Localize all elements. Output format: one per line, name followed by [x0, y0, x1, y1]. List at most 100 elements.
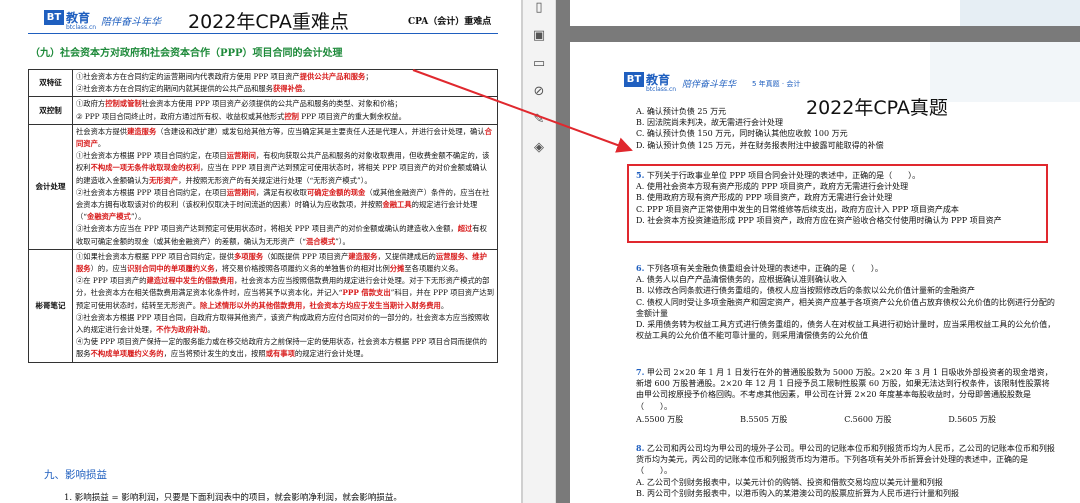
body-text: ，又提供建成后的 — [377, 251, 436, 261]
pages-icon[interactable]: ▣ — [531, 28, 547, 44]
body-text: （含建设和改扩建）或发包给其他方等，应当确定其是主要责任人还是代理人，并进行会计… — [156, 126, 485, 136]
table-row: 双特征 ①社会资本方在合同约定的运营期间内代表政府方使用 PPP 项目资产提供公共… — [28, 68, 498, 98]
highlighted-text: 金融工具 — [382, 200, 412, 210]
highlighted-text: 超过 — [457, 224, 473, 234]
body-text: 。 — [207, 325, 215, 335]
highlighted-text: 建造服务 — [348, 251, 378, 261]
content-paragraph: ④为使 PPP 项目资产保持一定的服务能力或在移交给政府方之前保持一定的使用状态… — [76, 336, 494, 360]
content-paragraph: ①社会资本方根据 PPP 项目合同约定，在项目运营期间，有权向获取公共产品和服务… — [76, 150, 494, 187]
highlighted-text: 获得补偿 — [273, 84, 303, 94]
content-paragraph: ③社会资本方应当在 PPP 项目资产达到预定可使用状态时，将相关 PPP 项目资… — [76, 223, 494, 247]
question-6: 6. 下列各项有关金融负债重组会计处理的表述中，正确的是（ ）。 A. 债务人以… — [636, 263, 1056, 341]
body-text: ①政府方 — [76, 99, 106, 109]
body-text: ，应当将预计发生的支出，按照 — [163, 349, 266, 359]
right-header-suffix: 5 年真题 · 会计 — [752, 80, 801, 88]
highlighted-text: 或有事项 — [265, 349, 295, 359]
body-text: ③社会资本方应当在 PPP 项目资产达到预定可使用状态时，将相关 PPP 项目资… — [76, 224, 458, 234]
content-paragraph: ①社会资本方在合同约定的运营期间内代表政府方使用 PPP 项目资产提供公共产品和… — [76, 71, 494, 83]
question-7: 7. 甲公司 2×20 年 1 月 1 日发行在外的普通股股数为 5000 万股… — [636, 367, 1053, 424]
viewer-toolbar: ▯ ▣ ▭ ⊘ ✎ ◈ — [523, 0, 556, 503]
highlighted-text: 控制 — [284, 111, 299, 121]
body-text: ①社会资本方根据 PPP 项目合同约定，在项目 — [76, 151, 227, 161]
highlighted-text: 分摊 — [389, 264, 405, 274]
body-text: ，将交易价格按照各项履约义务的单独售价的相对比例 — [214, 264, 390, 274]
body-text: ”）。 — [130, 212, 146, 222]
body-text: ）的，应当 — [90, 264, 128, 274]
bt-logo-icon: BT — [44, 10, 64, 25]
body-text: ①如果社会资本方根据 PPP 项目合同约定，提供 — [76, 251, 235, 261]
body-text: 。 — [440, 300, 449, 310]
layers-icon[interactable]: ◈ — [531, 140, 547, 156]
highlighted-text: 混合模式 — [305, 236, 336, 246]
body-text: ② PPP 项目合同终止时，政府方通过所有权、收益权或其他形式 — [76, 111, 285, 121]
body-text: （如既提供 PPP 项目资产 — [263, 251, 349, 261]
body-text: 至各项履约义务。 — [404, 264, 463, 274]
slogan: 陪伴奋斗年华 — [101, 17, 161, 28]
content-paragraph: ③社会资本方根据 PPP 项目合同，自政府方取得其他资产，该资产构成政府方应付合… — [76, 312, 494, 336]
body-text: PPP 项目资产的重大剩余权益。 — [298, 111, 406, 121]
highlighted-text: 提供公共产品和服务 — [299, 72, 366, 81]
previous-page-bottom — [570, 0, 1080, 26]
body-text: 。 — [302, 84, 310, 94]
right-slogan: 陪伴奋斗年华 — [682, 80, 737, 90]
table-row: 会计处理 社会资本方提供建造服务（含建设和改扩建）或发包给其他方等，应当确定其是主… — [28, 123, 498, 250]
highlighted-text: 多项服务 — [234, 251, 264, 261]
body-text: ①社会资本方在合同约定的运营期间内代表政府方使用 PPP 项目资产 — [76, 72, 300, 81]
body-text: ，并按照无形资产的有关规定进行处理（“无形资产模式”）。 — [178, 175, 372, 185]
body-text: ②社会资本方在合同约定的期间内就其提供的公共产品和服务 — [76, 84, 274, 94]
highlighted-text: 不作为政府补助 — [156, 325, 208, 335]
content-paragraph: 社会资本方提供建造服务（含建设和改扩建）或发包给其他方等，应当确定其是主要责任人… — [76, 126, 494, 150]
attachment-icon[interactable]: ⊘ — [531, 84, 547, 100]
content-paragraph: ②社会资本方在合同约定的期间内就其提供的公共产品和服务获得补偿。 — [76, 83, 494, 95]
content-paragraph: ①政府方控制或管制社会资本方使用 PPP 项目资产必须提供的公共产品和服务的类型… — [76, 98, 494, 110]
content-paragraph: ② PPP 项目合同终止时，政府方通过所有权、收益权或其他形式控制 PPP 项目… — [76, 111, 494, 123]
logo-url: btclass.cn — [66, 24, 97, 31]
question-8: 8. 乙公司和丙公司均为甲公司的境外子公司。甲公司的记账本位币和列报货币均为人民… — [636, 443, 1055, 498]
highlighted-text: 无形资产 — [148, 175, 179, 185]
body-text: 社会资本方使用 PPP 项目资产必须提供的公共产品和服务的类型、对象和价格； — [141, 99, 402, 109]
right-logo-url: btclass.cn — [646, 86, 677, 93]
body-text: 。 — [97, 139, 106, 149]
content-paragraph: ②社会资本方根据 PPP 项目合同约定，在项目运营期间，满足有权收取可确定金额的… — [76, 187, 494, 224]
highlighted-text: 除上述情形以外的其他借款费用，社会资本方均应于发生当期计入财务费用 — [200, 300, 441, 310]
content-paragraph: ②在 PPP 项目资产的建造过程中发生的借款费用，社会资本方应当按照借款费用的规… — [76, 275, 494, 312]
highlighted-text: 不构成单项履约义务的 — [90, 349, 164, 359]
ppp-table: 双特征 ①社会资本方在合同约定的运营期间内代表政府方使用 PPP 项目资产提供公共… — [28, 68, 498, 363]
header-decoration — [930, 42, 1080, 102]
section-title: （九）社会资本方对政府和社会资本合作（PPP）项目合同的会计处理 — [30, 48, 343, 59]
row-content: ①政府方控制或管制社会资本方使用 PPP 项目资产必须提供的公共产品和服务的类型… — [72, 96, 498, 125]
section-9-item-1: 1. 影响损益 = 影响利润，只要是下面利润表中的项目，就会影响净利润，就会影响… — [64, 493, 402, 503]
body-text: ”）。 — [335, 236, 350, 246]
prev-question-options: A. 确认预计负债 25 万元 B. 因法院尚未判决，故无需进行会计处理 C. … — [636, 107, 884, 150]
body-text: 社会资本方提供 — [76, 126, 128, 136]
highlighted-text: 识别合同中的单项履约义务 — [127, 264, 215, 274]
highlighted-text: 可确定金额的现金 — [306, 187, 366, 197]
body-text: ； — [365, 72, 373, 81]
signature-icon[interactable]: ✎ — [531, 112, 547, 128]
row-heading: 彬哥笔记 — [28, 248, 73, 363]
highlighted-text: PPP 借款支出 — [342, 288, 391, 298]
course-label: CPA（会计）重难点 — [408, 17, 492, 27]
body-text: ②在 PPP 项目资产的 — [76, 276, 147, 286]
highlighted-text: 不构成一项无条件收取现金的权利 — [90, 163, 201, 173]
body-text: ，满足有权收取 — [255, 187, 307, 197]
right-bt-logo-icon: BT — [624, 72, 644, 87]
row-content: 社会资本方提供建造服务（含建设和改扩建）或发包给其他方等，应当确定其是主要责任人… — [72, 123, 498, 250]
highlighted-text: 控制或管制 — [105, 99, 142, 109]
left-document-page: BT 教育 btclass.cn 陪伴奋斗年华 2022年CPA重难点 CPA（… — [0, 0, 521, 503]
comment-icon[interactable]: ▭ — [531, 56, 547, 72]
table-row: 双控制 ①政府方控制或管制社会资本方使用 PPP 项目资产必须提供的公共产品和服务… — [28, 96, 498, 125]
highlighted-text: 运营期间 — [226, 151, 256, 161]
header-rule — [28, 33, 498, 34]
bookmark-icon[interactable]: ▯ — [531, 0, 547, 16]
highlighted-text: 建造过程中发生的借款费用 — [146, 276, 235, 286]
row-content: ①社会资本方在合同约定的运营期间内代表政府方使用 PPP 项目资产提供公共产品和… — [72, 68, 498, 98]
question-5: 5. 下列关于行政事业单位 PPP 项目合同会计处理的表述中，正确的是（ ）。 … — [636, 170, 1002, 225]
row-heading: 双控制 — [28, 96, 73, 125]
highlighted-text: 运营期间 — [226, 187, 256, 197]
table-row: 彬哥笔记 ①如果社会资本方根据 PPP 项目合同约定，提供多项服务（如既提供 PP… — [28, 248, 498, 363]
highlighted-text: 金融资产模式 — [87, 212, 131, 222]
body-text: ②社会资本方根据 PPP 项目合同约定，在项目 — [76, 187, 227, 197]
row-heading: 会计处理 — [28, 123, 73, 250]
row-heading: 双特征 — [28, 68, 73, 98]
